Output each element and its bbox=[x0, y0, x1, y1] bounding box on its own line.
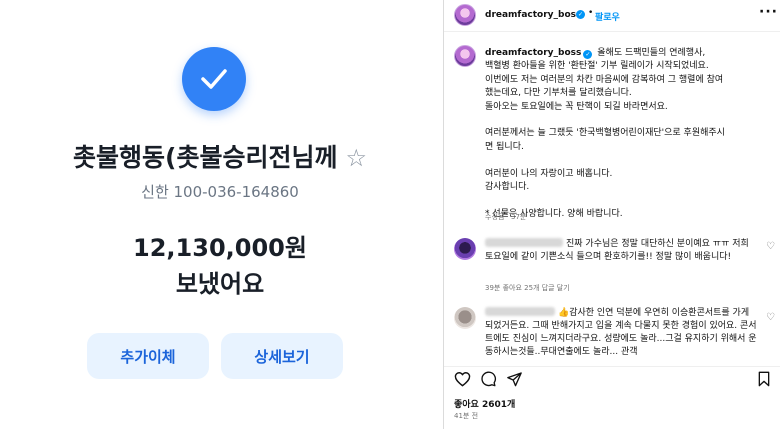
caption-username[interactable]: dreamfactory_boss bbox=[485, 48, 581, 58]
view-details-button[interactable]: 상세보기 bbox=[221, 333, 343, 379]
transfer-complete-panel: 촛불행동(촛불승리전님께 ☆ 신한 100-036-164860 12,130,0… bbox=[0, 0, 440, 429]
verified-badge-icon: ✓ bbox=[576, 10, 585, 19]
commenter-avatar[interactable] bbox=[454, 307, 476, 329]
post-header: dreamfactory_boss ✓ • 팔로우 ··· bbox=[444, 0, 780, 32]
caption-line: 여러분께서는 늘 그랬듯 '한국백혈병어린이재단'으로 후원해주시 bbox=[485, 128, 725, 139]
caption-line: 이번에도 저는 여러분의 차칸 마음씨에 감복하여 그 행렬에 참여 bbox=[485, 74, 724, 85]
post-action-bar bbox=[444, 366, 780, 390]
caption-line: 면 됩니다. bbox=[485, 141, 524, 152]
avatar[interactable] bbox=[454, 4, 476, 26]
instagram-post-panel: dreamfactory_boss ✓ • 팔로우 ··· dreamfacto… bbox=[443, 0, 780, 429]
caption-line: 여러분이 나의 자랑이고 배홉니다. bbox=[485, 168, 613, 179]
caption-line: * 선물은 사양합니다. 양해 바랍니다. bbox=[485, 208, 623, 219]
verified-badge-icon: ✓ bbox=[583, 50, 593, 59]
more-options-icon[interactable]: ··· bbox=[759, 4, 778, 20]
caption-line: 백혈병 환아들을 위한 '환탄절' 기부 릴레이가 시작되었네요. bbox=[485, 61, 709, 72]
caption-blank bbox=[485, 154, 770, 167]
post-username[interactable]: dreamfactory_boss bbox=[485, 10, 581, 20]
share-icon[interactable] bbox=[506, 371, 523, 391]
caption-blank bbox=[485, 194, 770, 207]
follow-button[interactable]: 팔로우 bbox=[595, 10, 620, 23]
additional-transfer-button[interactable]: 추가이체 bbox=[87, 333, 209, 379]
account-number: 신한 100-036-164860 bbox=[141, 183, 299, 201]
transfer-status: 보냈어요 bbox=[175, 270, 265, 298]
caption-line: 돌아오는 토요일에는 꼭 탄핵이 되길 바라면서요. bbox=[485, 101, 668, 112]
commenter-avatar[interactable] bbox=[454, 238, 476, 260]
post-timestamp: 41분 전 bbox=[454, 412, 479, 420]
star-icon[interactable]: ☆ bbox=[345, 144, 367, 172]
caption-line: 감사합니다. bbox=[485, 182, 530, 193]
caption-line: 올해도 드팩민들의 연례행사, bbox=[597, 48, 706, 58]
comment: 진짜 가수님은 정말 대단하신 분이예요 ㅠㅠ 저희 토요일에 같이 기쁜소식 … bbox=[485, 238, 757, 264]
separator: • bbox=[588, 8, 594, 18]
post-caption: dreamfactory_boss ✓ 올해도 드팩민들의 연례행사, 백혈병 환… bbox=[485, 47, 770, 221]
edited-timestamp: 수정됨 · 37분 bbox=[485, 213, 527, 221]
comment-meta: 39분 좋아요 25개 답글 달기 bbox=[485, 284, 570, 292]
save-icon[interactable] bbox=[757, 371, 771, 391]
comment: 👍감사한 인연 덕분에 우연히 이승환콘서트를 가게 되었거든요. 그때 반해가… bbox=[485, 307, 757, 359]
blurred-username[interactable] bbox=[485, 307, 555, 316]
blurred-username[interactable] bbox=[485, 238, 563, 247]
like-count[interactable]: 좋아요 2601개 bbox=[454, 397, 515, 410]
caption-line: 했는데요, 다만 기부처를 달리했습니다. bbox=[485, 88, 632, 99]
like-icon[interactable] bbox=[454, 371, 471, 391]
transfer-amount: 12,130,000원 bbox=[133, 234, 307, 262]
comment-icon[interactable] bbox=[480, 371, 497, 391]
comment-like-icon[interactable]: ♡ bbox=[766, 312, 775, 323]
caption-blank bbox=[485, 114, 770, 127]
caption-avatar[interactable] bbox=[454, 45, 476, 67]
comment-like-icon[interactable]: ♡ bbox=[766, 241, 775, 252]
recipient-name: 촛불행동(촛불승리전님께 ☆ bbox=[0, 138, 440, 174]
check-icon bbox=[182, 47, 246, 111]
recipient-label: 촛불행동(촛불승리전님께 bbox=[73, 143, 338, 172]
